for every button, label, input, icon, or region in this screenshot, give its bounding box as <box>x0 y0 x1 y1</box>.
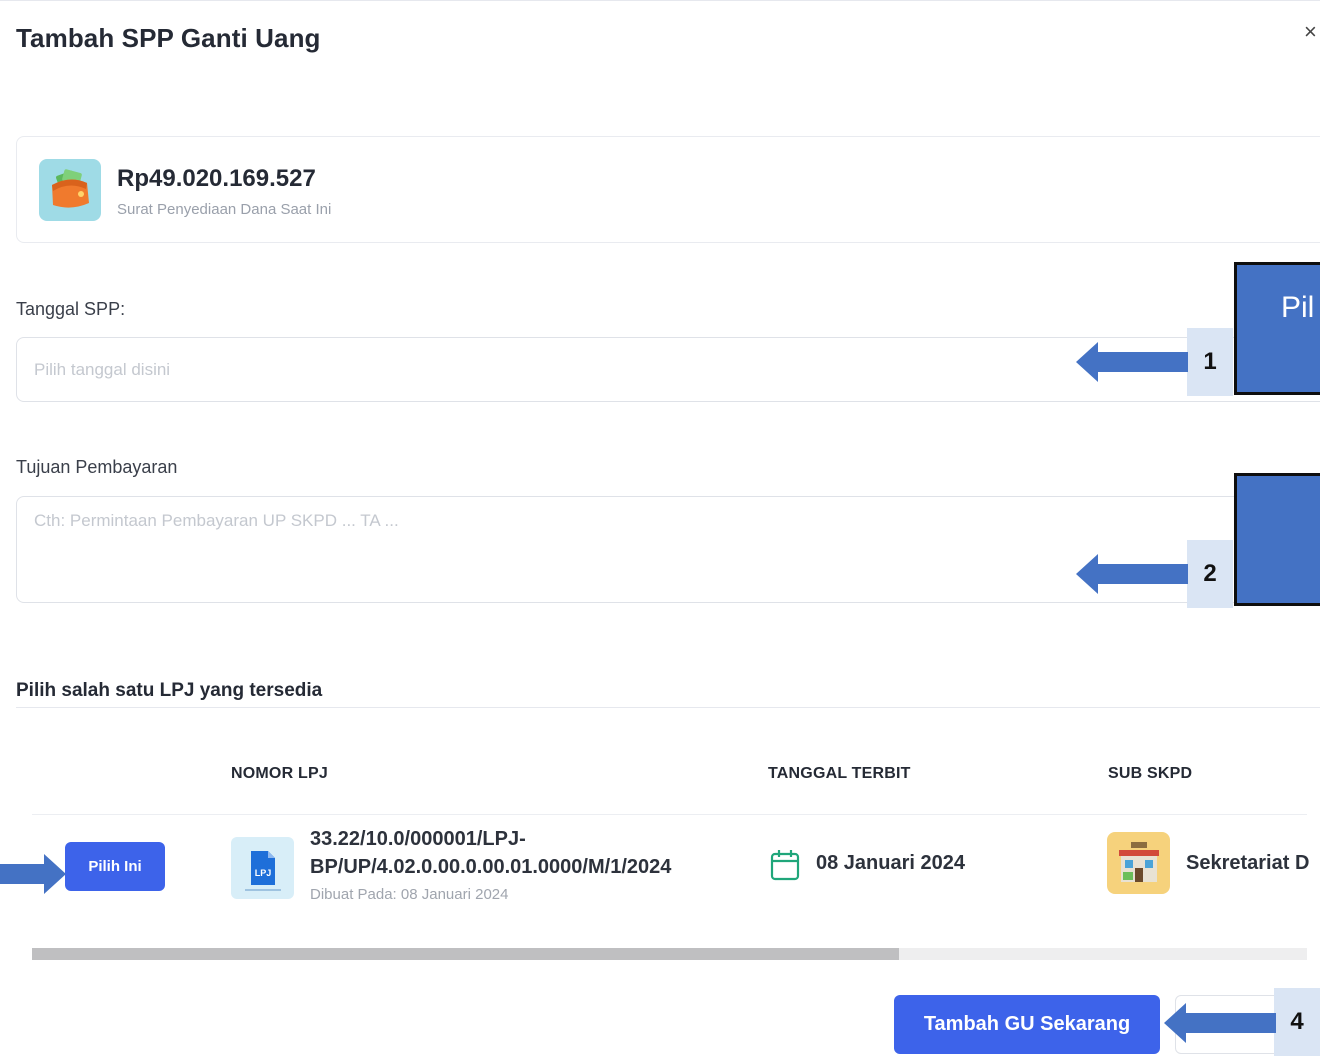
modal-title: Tambah SPP Ganti Uang <box>16 23 321 53</box>
lpj-created-date: Dibuat Pada: 08 Januari 2024 <box>310 886 509 903</box>
tambah-gu-sekarang-button[interactable]: Tambah GU Sekarang <box>894 995 1160 1054</box>
annotation-arrow-left-icon <box>1076 342 1188 382</box>
annotation-callout-box-2 <box>1234 473 1320 606</box>
sub-skpd-value: Sekretariat D <box>1186 852 1310 874</box>
annotation-step-1: 1 <box>1187 328 1233 396</box>
table-header-divider <box>32 814 1307 815</box>
wallet-icon <box>39 159 101 221</box>
lpj-number: 33.22/10.0/000001/LPJ-BP/UP/4.02.0.00.0.… <box>310 828 672 878</box>
section-divider <box>16 707 1320 708</box>
annotation-callout-text: Pil <box>1281 291 1315 324</box>
lpj-badge-text: LPJ <box>255 868 272 878</box>
pilih-ini-button[interactable]: Pilih Ini <box>65 842 165 891</box>
annotation-arrow-right-icon <box>0 854 66 894</box>
column-header-sub-skpd: SUB SKPD <box>1108 765 1193 782</box>
tujuan-pembayaran-label: Tujuan Pembayaran <box>16 457 178 477</box>
tanggal-spp-label: Tanggal SPP: <box>16 299 126 319</box>
annotation-arrow-left-icon <box>1076 554 1188 594</box>
document-icon: LPJ <box>231 837 294 899</box>
calendar-icon <box>770 849 800 886</box>
add-spp-modal: Tambah SPP Ganti Uang × Rp49.020.169.527… <box>0 0 1320 1058</box>
annotation-arrow-left-icon <box>1164 1003 1276 1043</box>
building-icon <box>1107 832 1170 894</box>
annotation-callout-box-1: Pil <box>1234 262 1320 395</box>
horizontal-scrollbar[interactable] <box>32 948 1307 960</box>
annotation-step-4: 4 <box>1274 988 1320 1056</box>
scrollbar-thumb[interactable] <box>32 948 899 960</box>
balance-card: Rp49.020.169.527 Surat Penyediaan Dana S… <box>16 136 1320 243</box>
column-header-nomor-lpj: NOMOR LPJ <box>231 765 328 782</box>
close-icon[interactable]: × <box>1304 19 1317 45</box>
annotation-step-2: 2 <box>1187 540 1233 608</box>
balance-subtitle: Surat Penyediaan Dana Saat Ini <box>117 201 332 218</box>
tanggal-terbit-value: 08 Januari 2024 <box>816 852 965 874</box>
column-header-tanggal-terbit: TANGGAL TERBIT <box>768 765 911 782</box>
lpj-section-title: Pilih salah satu LPJ yang tersedia <box>16 680 323 701</box>
balance-amount: Rp49.020.169.527 <box>117 165 316 192</box>
